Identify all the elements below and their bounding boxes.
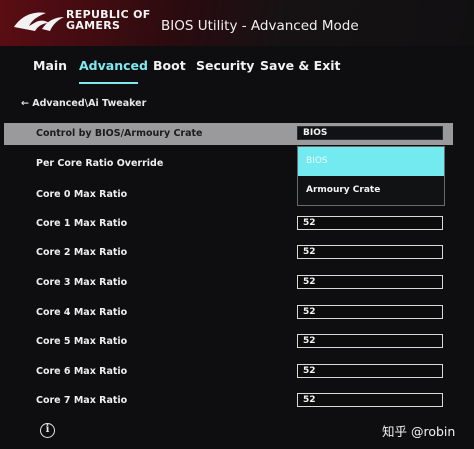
- dropdown-option-bios[interactable]: BIOS: [298, 147, 444, 176]
- app-title: BIOS Utility - Advanced Mode: [161, 18, 359, 34]
- setting-value-input[interactable]: 52: [297, 245, 443, 259]
- setting-row-core-2[interactable]: Core 2 Max Ratio 52: [4, 242, 453, 264]
- setting-value-select[interactable]: BIOS: [297, 126, 443, 140]
- brand-text: REPUBLIC OF GAMERS: [66, 9, 156, 31]
- setting-value-input[interactable]: 52: [297, 393, 443, 407]
- watermark-text: 知乎 @robin: [382, 424, 456, 439]
- tab-main[interactable]: Main: [33, 58, 67, 73]
- setting-label: Core 4 Max Ratio: [36, 307, 128, 318]
- brand-line-2: GAMERS: [66, 19, 121, 32]
- setting-row-control-by[interactable]: Control by BIOS/Armoury Crate BIOS: [4, 123, 453, 145]
- setting-label: Core 1 Max Ratio: [36, 218, 128, 229]
- header-bar: REPUBLIC OF GAMERS BIOS Utility - Advanc…: [0, 0, 474, 46]
- setting-label: Core 5 Max Ratio: [36, 336, 128, 347]
- setting-label: Core 2 Max Ratio: [36, 247, 128, 258]
- setting-label: Core 0 Max Ratio: [36, 189, 128, 200]
- info-icon[interactable]: i: [40, 423, 55, 438]
- dropdown-menu: BIOS Armoury Crate: [297, 146, 445, 206]
- rog-logo-icon: [14, 12, 64, 32]
- setting-row-core-7[interactable]: Core 7 Max Ratio 52: [4, 390, 453, 412]
- setting-label: Core 7 Max Ratio: [36, 395, 128, 406]
- tab-save-exit[interactable]: Save & Exit: [260, 58, 341, 73]
- setting-row-core-1[interactable]: Core 1 Max Ratio 52: [4, 213, 453, 235]
- setting-row-core-3[interactable]: Core 3 Max Ratio 52: [4, 272, 453, 294]
- setting-value-input[interactable]: 52: [297, 216, 443, 230]
- setting-row-core-6[interactable]: Core 6 Max Ratio 52: [4, 361, 453, 383]
- tab-advanced[interactable]: Advanced: [79, 58, 148, 73]
- active-tab-indicator: [79, 82, 138, 84]
- setting-row-core-5[interactable]: Core 5 Max Ratio 52: [4, 331, 453, 353]
- breadcrumb-back[interactable]: ← Advanced\Ai Tweaker: [21, 98, 146, 109]
- dropdown-option-armoury-crate[interactable]: Armoury Crate: [298, 176, 444, 205]
- setting-value-input[interactable]: 52: [297, 305, 443, 319]
- setting-value-input[interactable]: 52: [297, 364, 443, 378]
- setting-label: Core 3 Max Ratio: [36, 277, 128, 288]
- setting-label: Per Core Ratio Override: [36, 158, 164, 169]
- setting-label: Core 6 Max Ratio: [36, 366, 128, 377]
- setting-row-core-4[interactable]: Core 4 Max Ratio 52: [4, 302, 453, 324]
- tab-boot[interactable]: Boot: [153, 58, 186, 73]
- setting-label: Control by BIOS/Armoury Crate: [36, 128, 203, 139]
- setting-value-input[interactable]: 52: [297, 275, 443, 289]
- tab-security[interactable]: Security: [196, 58, 254, 73]
- setting-value-input[interactable]: 52: [297, 334, 443, 348]
